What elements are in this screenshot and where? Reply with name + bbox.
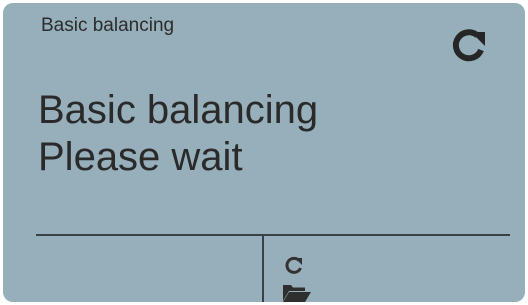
- horizontal-divider: [36, 234, 510, 236]
- display-screen: Basic balancing Basic balancing Please w…: [3, 3, 525, 302]
- header-title: Basic balancing: [41, 15, 175, 36]
- status-message: Basic balancing Please wait: [38, 87, 318, 181]
- refresh-icon: [285, 256, 302, 274]
- vertical-divider: [262, 235, 264, 302]
- folder-open-icon: [283, 285, 311, 302]
- status-line-1: Basic balancing: [38, 88, 319, 132]
- reload-button[interactable]: [283, 254, 305, 276]
- refresh-icon: [452, 29, 485, 62]
- status-line-2: Please wait: [38, 135, 243, 179]
- open-folder-button[interactable]: [282, 282, 312, 302]
- refresh-button[interactable]: [447, 23, 491, 67]
